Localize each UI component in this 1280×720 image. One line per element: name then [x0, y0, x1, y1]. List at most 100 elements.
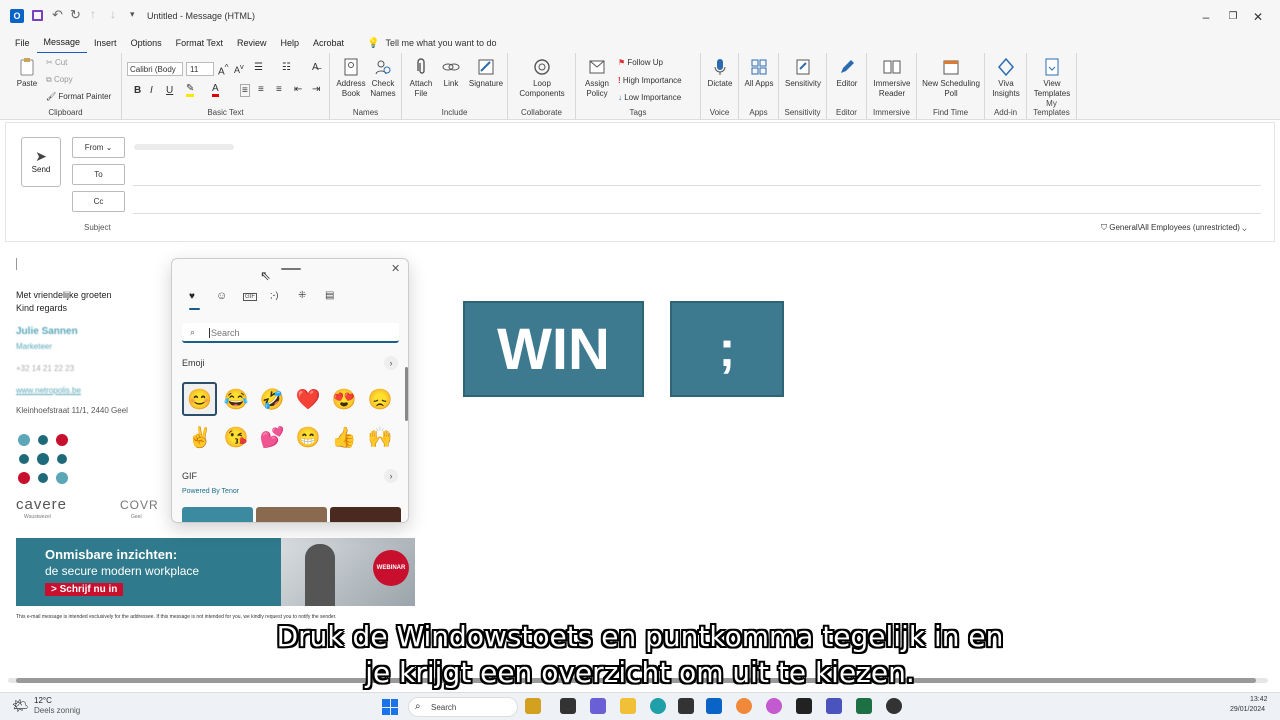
tab-options[interactable]: Options — [124, 33, 169, 53]
font-color-icon[interactable]: A — [212, 83, 219, 97]
font-size-select[interactable]: 11 — [186, 62, 214, 76]
emoji-item[interactable]: ❤️ — [293, 384, 323, 414]
tab-emoji-icon[interactable]: ☺ — [216, 290, 227, 302]
tab-gif-icon[interactable]: GIF — [243, 293, 257, 301]
emoji-item[interactable]: 😞 — [365, 384, 395, 414]
low-importance-button[interactable]: ↓ Low Importance — [618, 93, 681, 102]
numbering-icon[interactable]: ☷ — [282, 62, 291, 73]
view-templates-button[interactable]: View Templates — [1031, 57, 1073, 99]
undo-icon[interactable]: ↶ — [52, 7, 63, 23]
to-button[interactable]: To — [72, 164, 125, 185]
tab-format-text[interactable]: Format Text — [169, 33, 230, 53]
teams-chat-icon[interactable] — [590, 698, 606, 714]
file-explorer-icon[interactable] — [620, 698, 636, 714]
edge-icon[interactable] — [650, 698, 666, 714]
clock-time[interactable]: 13:42 — [1250, 696, 1268, 703]
emoji-item[interactable]: 🤣 — [257, 384, 287, 414]
tab-favorites-icon[interactable]: ♥ — [189, 291, 195, 302]
signature-website[interactable]: www.netropolis.be — [16, 386, 81, 395]
loop-components-button[interactable]: Loop Components — [512, 57, 572, 99]
tab-clipboard-icon[interactable]: ▤ — [325, 290, 334, 301]
emoji-item[interactable]: 🙌 — [365, 422, 395, 452]
indent-increase-icon[interactable]: ⇥ — [312, 84, 320, 95]
signature-button[interactable]: Signature — [466, 57, 506, 89]
cut-button[interactable]: ✂ Cut — [46, 58, 67, 67]
gif-thumbnail[interactable] — [330, 507, 401, 522]
app-icon[interactable] — [736, 698, 752, 714]
app-icon[interactable] — [796, 698, 812, 714]
start-button[interactable] — [382, 699, 398, 715]
gif-thumbnail[interactable] — [256, 507, 327, 522]
gif-thumbnail[interactable] — [182, 507, 253, 522]
italic-button[interactable]: I — [150, 85, 153, 96]
font-name-select[interactable]: Calibri (Body — [127, 62, 183, 76]
excel-icon[interactable] — [856, 698, 872, 714]
assign-policy-button[interactable]: Assign Policy — [580, 57, 614, 99]
address-book-button[interactable]: Address Book — [336, 57, 366, 99]
immersive-reader-button[interactable]: Immersive Reader — [869, 57, 915, 99]
dictate-button[interactable]: Dictate — [704, 57, 736, 89]
taskbar-search[interactable]: ⌕ Search — [408, 697, 518, 717]
gif-section-more[interactable]: › — [384, 469, 398, 483]
tab-acrobat[interactable]: Acrobat — [306, 33, 351, 53]
scheduling-poll-button[interactable]: New Scheduling Poll — [919, 57, 983, 99]
emoji-item[interactable]: 😂 — [221, 384, 251, 414]
emoji-section-more[interactable]: › — [384, 356, 398, 370]
emoji-item[interactable]: ✌️ — [185, 422, 215, 452]
save-icon[interactable] — [32, 10, 43, 21]
tab-message[interactable]: Message — [36, 32, 88, 54]
bold-button[interactable]: B — [134, 85, 141, 96]
task-view-icon[interactable] — [560, 698, 576, 714]
cc-input[interactable] — [133, 213, 1261, 214]
subject-input[interactable] — [133, 219, 1093, 237]
viva-insights-button[interactable]: Viva Insights — [987, 57, 1025, 99]
emoji-item[interactable]: 😍 — [329, 384, 359, 414]
emoji-item[interactable]: 💕 — [257, 422, 287, 452]
to-input[interactable] — [133, 185, 1261, 186]
link-button[interactable]: Link — [438, 57, 464, 89]
app-icon[interactable] — [886, 698, 902, 714]
emoji-item[interactable]: 😊 — [182, 382, 217, 416]
align-left-icon[interactable]: ≡ — [240, 84, 250, 97]
tab-kaomoji-icon[interactable]: ;-) — [270, 290, 279, 300]
up-arrow-icon[interactable]: ↑ — [90, 7, 96, 21]
all-apps-button[interactable]: All Apps — [743, 57, 775, 89]
format-painter-button[interactable]: 🖌 Format Painter — [46, 92, 111, 101]
drag-handle[interactable] — [281, 268, 301, 270]
tell-me-search[interactable]: Tell me what you want to do — [385, 38, 496, 48]
shrink-font-button[interactable]: Av — [234, 62, 244, 75]
panel-scrollbar[interactable] — [405, 367, 408, 421]
align-center-icon[interactable]: ≡ — [258, 84, 264, 95]
clock-date[interactable]: 29/01/2024 — [1230, 706, 1265, 713]
copy-button[interactable]: ⧉ Copy — [46, 75, 73, 85]
outlook-icon[interactable] — [706, 698, 722, 714]
redo-icon[interactable]: ↻ — [70, 7, 81, 23]
tab-symbols-icon[interactable]: ⁜ — [298, 290, 306, 301]
paste-button[interactable]: Paste — [14, 57, 40, 89]
store-icon[interactable] — [678, 698, 694, 714]
highlight-icon[interactable]: ✎ — [186, 83, 195, 97]
high-importance-button[interactable]: ! High Importance — [618, 76, 682, 85]
align-right-icon[interactable]: ≡ — [276, 84, 282, 95]
emoji-search-box[interactable]: ⌕ Search — [182, 323, 399, 343]
editor-button[interactable]: Editor — [831, 57, 863, 89]
tab-insert[interactable]: Insert — [87, 33, 124, 53]
emoji-item[interactable]: 👍 — [329, 422, 359, 452]
indent-decrease-icon[interactable]: ⇤ — [294, 84, 302, 95]
close-window-button[interactable]: ✕ — [1235, 0, 1280, 33]
down-arrow-icon[interactable]: ↓ — [110, 7, 116, 21]
webinar-banner[interactable]: Onmisbare inzichten: de secure modern wo… — [16, 538, 415, 606]
quick-access-more[interactable]: ▾ — [130, 9, 135, 20]
check-names-button[interactable]: Check Names — [368, 57, 398, 99]
banner-cta[interactable]: > Schrijf nu in — [45, 583, 124, 596]
close-icon[interactable]: ✕ — [391, 262, 400, 275]
grow-font-button[interactable]: A^ — [218, 62, 229, 77]
app-icon[interactable] — [766, 698, 782, 714]
from-button[interactable]: From ⌄ — [72, 137, 125, 158]
tab-file[interactable]: File — [8, 33, 37, 53]
emoji-item[interactable]: 😁 — [293, 422, 323, 452]
teams-icon[interactable] — [826, 698, 842, 714]
clear-format-icon[interactable]: A̶ — [312, 62, 319, 73]
follow-up-button[interactable]: ⚑ Follow Up — [618, 58, 663, 67]
sensitivity-label-dropdown[interactable]: ⛉ General\All Employees (unrestricted) ⌄ — [1101, 223, 1247, 233]
